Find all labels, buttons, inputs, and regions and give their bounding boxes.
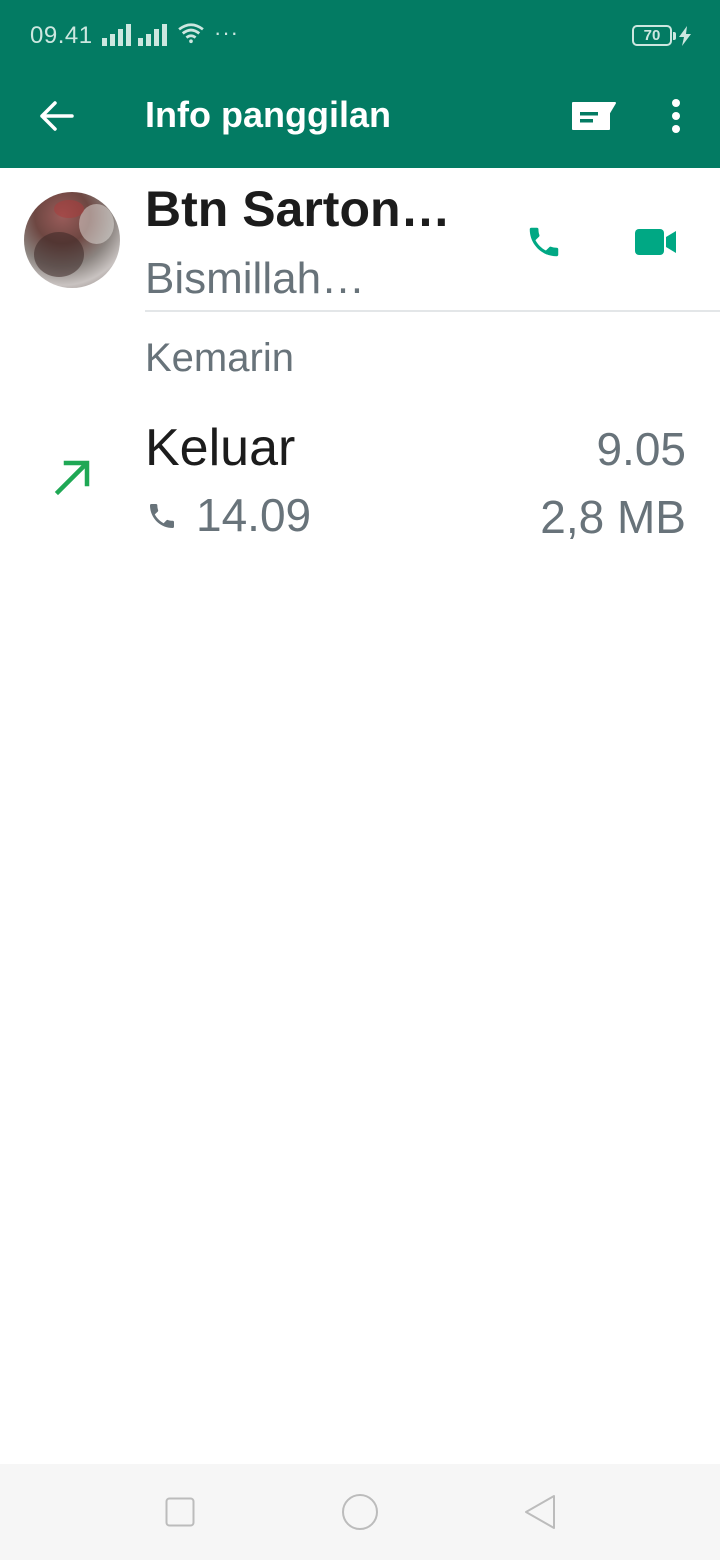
- status-overflow: ···: [214, 20, 239, 45]
- back-arrow-icon: [40, 101, 74, 131]
- wifi-icon: [178, 23, 204, 44]
- page-title: Info panggilan: [145, 94, 391, 135]
- battery-icon: 70: [632, 25, 676, 46]
- divider: [145, 310, 720, 312]
- call-time: 9.05: [596, 423, 686, 475]
- charging-icon: [679, 26, 691, 46]
- app-bar: Info panggilan: [0, 72, 720, 168]
- more-options-button[interactable]: [656, 90, 696, 142]
- voice-call-button[interactable]: [514, 212, 574, 272]
- status-bar: 09.41 ··· 70: [0, 0, 720, 72]
- battery-level: 70: [643, 27, 661, 44]
- outgoing-arrow-icon: [54, 460, 90, 496]
- home-icon: [342, 1494, 378, 1530]
- contact-name[interactable]: Btn Sarton…: [145, 180, 465, 238]
- message-button[interactable]: [566, 90, 620, 142]
- call-direction: Keluar: [145, 419, 296, 477]
- more-vert-icon: [672, 99, 680, 133]
- video-call-button[interactable]: [626, 212, 686, 272]
- home-button[interactable]: [336, 1488, 384, 1536]
- phone-icon: [529, 227, 559, 257]
- back-triangle-icon: [525, 1495, 555, 1529]
- nav-bar: [0, 1464, 720, 1560]
- call-duration: 14.09: [196, 489, 312, 541]
- back-nav-button[interactable]: [516, 1488, 564, 1536]
- message-icon: [572, 102, 616, 130]
- signal-icon: [138, 24, 167, 46]
- recent-apps-button[interactable]: [156, 1488, 204, 1536]
- avatar[interactable]: [24, 192, 120, 288]
- back-button[interactable]: [30, 90, 82, 142]
- signal-icon: [102, 24, 131, 46]
- status-time: 09.41: [30, 22, 93, 49]
- recent-apps-icon: [165, 1497, 195, 1527]
- video-camera-icon: [635, 229, 676, 255]
- phone-icon: [150, 504, 174, 528]
- contact-status: Bismillah…: [145, 254, 366, 303]
- call-size: 2,8 MB: [540, 491, 686, 543]
- section-label: Kemarin: [145, 336, 294, 380]
